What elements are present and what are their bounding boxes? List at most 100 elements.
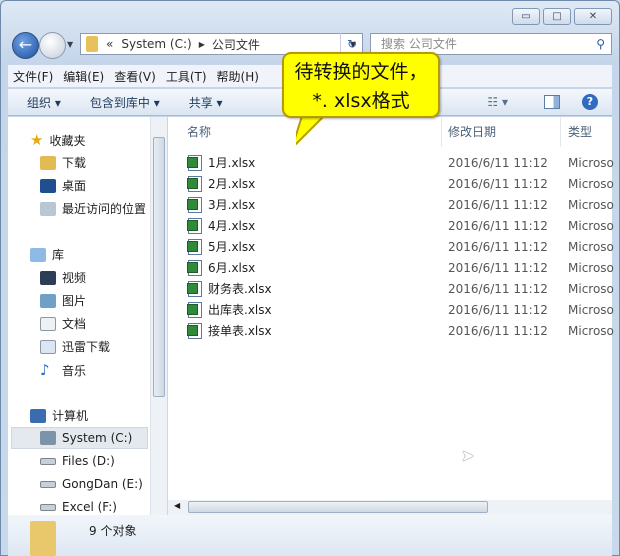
file-type: Microso — [568, 323, 614, 338]
nav-scrollbar[interactable] — [150, 117, 167, 515]
address-overflow[interactable]: « — [106, 37, 113, 51]
nav-music[interactable]: ♪ 音乐 — [40, 361, 86, 379]
nav-drive-c[interactable]: System (C:) — [40, 431, 132, 445]
nav-drive-e[interactable]: GongDan (E:) — [40, 477, 143, 491]
file-row[interactable]: 3月.xlsx 2016/6/11 11:12 Microso — [168, 194, 614, 215]
maximize-button[interactable]: □ — [543, 8, 571, 25]
forward-button[interactable] — [39, 32, 66, 59]
file-row[interactable]: 4月.xlsx 2016/6/11 11:12 Microso — [168, 215, 614, 236]
file-name: 财务表.xlsx — [208, 282, 272, 296]
menu-file[interactable]: 文件(F) — [8, 68, 58, 85]
nav-desktop[interactable]: 桌面 — [40, 177, 86, 194]
file-modified: 2016/6/11 11:12 — [448, 302, 548, 317]
window-controls: ▭ □ ✕ — [512, 8, 612, 25]
breadcrumb-company-files[interactable]: 公司文件 — [212, 36, 260, 53]
menu-tools[interactable]: 工具(T) — [161, 68, 212, 85]
horizontal-scrollbar[interactable]: ◀ — [168, 500, 612, 515]
file-type: Microso — [568, 302, 614, 317]
horizontal-scroll-thumb[interactable] — [188, 501, 488, 513]
column-header-type[interactable]: 类型 — [568, 117, 592, 147]
column-divider[interactable] — [441, 117, 442, 147]
file-name: 5月.xlsx — [208, 240, 256, 254]
nav-recent-places[interactable]: 最近访问的位置 — [40, 200, 146, 217]
drive-icon — [40, 503, 56, 511]
nav-computer[interactable]: 计算机 — [30, 407, 88, 424]
file-modified: 2016/6/11 11:12 — [448, 176, 548, 191]
nav-label: 下载 — [62, 156, 87, 170]
nav-libraries[interactable]: 库 — [30, 246, 64, 263]
file-type: Microso — [568, 239, 614, 254]
excel-file-icon — [187, 280, 202, 297]
menu-edit[interactable]: 编辑(E) — [58, 68, 109, 85]
column-header-name[interactable]: 名称 — [187, 117, 211, 147]
view-options-icon[interactable]: ☷ ▾ — [487, 95, 508, 109]
excel-file-icon — [187, 175, 202, 192]
file-row[interactable]: 5月.xlsx 2016/6/11 11:12 Microso — [168, 236, 614, 257]
nav-favorites[interactable]: ★ 收藏夹 — [30, 131, 85, 149]
share-label: 共享 — [188, 95, 213, 110]
nav-pictures[interactable]: 图片 — [40, 292, 86, 309]
documents-icon — [40, 316, 56, 331]
nav-label: 收藏夹 — [49, 133, 86, 148]
music-icon: ♪ — [40, 361, 50, 379]
star-icon: ★ — [30, 131, 44, 149]
file-name: 3月.xlsx — [208, 198, 256, 212]
minimize-button[interactable]: ▭ — [512, 8, 540, 25]
menu-help[interactable]: 帮助(H) — [212, 68, 264, 85]
nav-downloads[interactable]: 下载 — [40, 154, 86, 171]
file-row[interactable]: 接单表.xlsx 2016/6/11 11:12 Microso — [168, 320, 614, 341]
desktop-icon — [40, 178, 56, 193]
excel-file-icon — [187, 259, 202, 276]
nav-label: 文档 — [62, 317, 87, 331]
breadcrumb-system-c[interactable]: System (C:) — [121, 37, 191, 51]
pictures-icon — [40, 293, 56, 308]
help-icon[interactable]: ? — [582, 94, 598, 110]
file-row[interactable]: 出库表.xlsx 2016/6/11 11:12 Microso — [168, 299, 614, 320]
nav-label: GongDan (E:) — [62, 477, 143, 491]
nav-scroll-thumb[interactable] — [153, 137, 165, 397]
file-row[interactable]: 6月.xlsx 2016/6/11 11:12 Microso — [168, 257, 614, 278]
annotation-callout: 待转换的文件， *. xlsx格式 — [282, 52, 440, 118]
file-row[interactable]: 2月.xlsx 2016/6/11 11:12 Microso — [168, 173, 614, 194]
nav-label: 最近访问的位置 — [62, 202, 147, 216]
breadcrumb-arrow-icon[interactable]: ▶ — [199, 40, 205, 49]
downloads-icon — [40, 155, 56, 170]
share-button[interactable]: 共享 ▾ — [170, 94, 233, 111]
column-header-modified[interactable]: 修改日期 — [448, 117, 496, 147]
thunder-downloads-icon — [40, 339, 56, 354]
recent-places-icon — [40, 201, 56, 216]
nav-documents[interactable]: 文档 — [40, 315, 86, 332]
excel-file-icon — [187, 238, 202, 255]
drive-icon — [40, 480, 56, 488]
file-type: Microso — [568, 218, 614, 233]
file-modified: 2016/6/11 11:12 — [448, 239, 548, 254]
file-modified: 2016/6/11 11:12 — [448, 260, 548, 275]
nav-label: Files (D:) — [62, 454, 115, 468]
excel-file-icon — [187, 301, 202, 318]
libraries-icon — [30, 247, 46, 262]
file-name: 6月.xlsx — [208, 261, 256, 275]
include-in-library-button[interactable]: 包含到库中 ▾ — [71, 94, 170, 111]
item-count: 9 个对象 — [89, 524, 137, 538]
file-name: 1月.xlsx — [208, 156, 256, 170]
file-row[interactable]: 1月.xlsx 2016/6/11 11:12 Microso — [168, 152, 614, 173]
file-name: 2月.xlsx — [208, 177, 256, 191]
callout-line-2: *. xlsx格式 — [312, 90, 410, 112]
file-modified: 2016/6/11 11:12 — [448, 155, 548, 170]
back-button[interactable]: ← — [12, 32, 39, 59]
file-name: 接单表.xlsx — [208, 324, 272, 338]
nav-label: 音乐 — [62, 363, 87, 378]
preview-pane-icon[interactable] — [544, 95, 560, 109]
column-divider[interactable] — [560, 117, 561, 147]
nav-drive-f[interactable]: Excel (F:) — [40, 500, 117, 514]
nav-drive-d[interactable]: Files (D:) — [40, 454, 115, 468]
scroll-left-icon[interactable]: ◀ — [174, 501, 180, 510]
nav-videos[interactable]: 视频 — [40, 269, 86, 286]
close-button[interactable]: ✕ — [574, 8, 612, 25]
organize-button[interactable]: 组织 ▾ — [8, 94, 71, 111]
recent-pages-dropdown[interactable]: ▼ — [67, 40, 73, 49]
search-placeholder: 搜索 公司文件 — [381, 37, 457, 51]
file-row[interactable]: 财务表.xlsx 2016/6/11 11:12 Microso — [168, 278, 614, 299]
menu-view[interactable]: 查看(V) — [109, 68, 161, 85]
nav-thunder-downloads[interactable]: 迅雷下载 — [40, 338, 110, 355]
